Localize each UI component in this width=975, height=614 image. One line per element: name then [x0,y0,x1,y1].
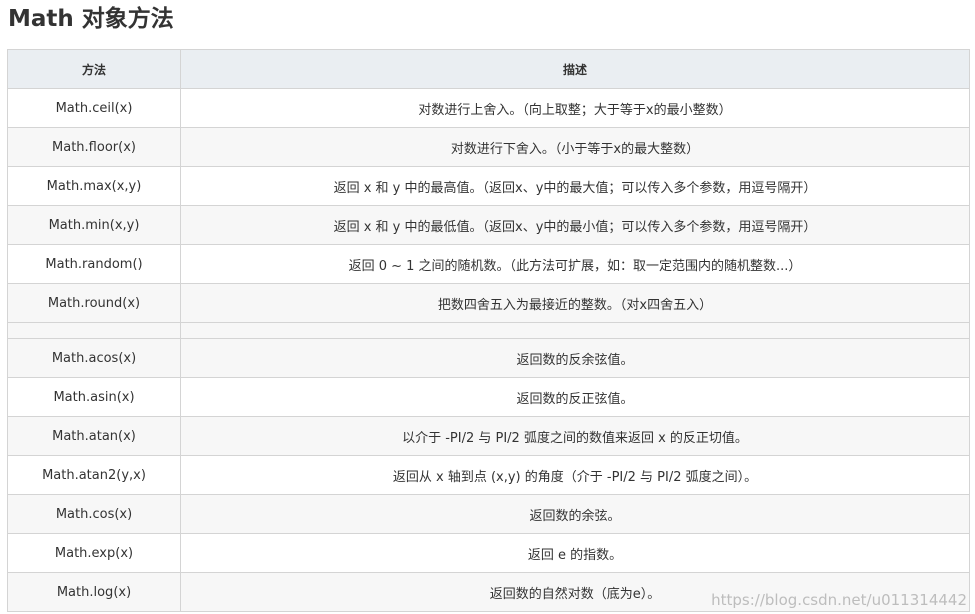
description-cell: 返回从 x 轴到点 (x,y) 的角度（介于 -PI/2 与 PI/2 弧度之间… [180,455,970,495]
empty-row [7,322,970,339]
table-row: Math.acos(x) 返回数的反余弦值。 [7,338,970,378]
description-cell: 对数进行上舍入。（向上取整；大于等于x的最小整数） [180,88,970,128]
method-cell: Math.log(x) [7,572,181,612]
description-cell: 把数四舍五入为最接近的整数。（对x四舍五入） [180,283,970,323]
method-cell: Math.atan2(y,x) [7,455,181,495]
table-header-row: 方法 描述 [7,49,970,89]
table-row: Math.random() 返回 0 ~ 1 之间的随机数。（此方法可扩展，如：… [7,244,970,284]
description-cell: 返回数的反余弦值。 [180,338,970,378]
method-cell: Math.min(x,y) [7,205,181,245]
math-methods-table: 方法 描述 Math.ceil(x) 对数进行上舍入。（向上取整；大于等于x的最… [7,49,970,612]
method-cell: Math.random() [7,244,181,284]
header-method: 方法 [7,49,181,89]
table-row: Math.atan2(y,x) 返回从 x 轴到点 (x,y) 的角度（介于 -… [7,455,970,495]
table-row: Math.round(x) 把数四舍五入为最接近的整数。（对x四舍五入） [7,283,970,323]
method-cell: Math.cos(x) [7,494,181,534]
method-cell: Math.exp(x) [7,533,181,573]
table-row: Math.min(x,y) 返回 x 和 y 中的最低值。（返回x、y中的最小值… [7,205,970,245]
description-cell: 返回 0 ~ 1 之间的随机数。（此方法可扩展，如：取一定范围内的随机整数...… [180,244,970,284]
method-cell: Math.acos(x) [7,338,181,378]
description-cell: 返回数的反正弦值。 [180,377,970,417]
method-cell: Math.ceil(x) [7,88,181,128]
header-description: 描述 [180,49,970,89]
method-cell: Math.asin(x) [7,377,181,417]
description-cell [180,322,970,339]
watermark-text: https://blog.csdn.net/u011314442 [711,591,967,609]
page-title: Math 对象方法 [8,6,174,32]
table-row: Math.cos(x) 返回数的余弦。 [7,494,970,534]
table-row: Math.asin(x) 返回数的反正弦值。 [7,377,970,417]
table-row: Math.floor(x) 对数进行下舍入。（小于等于x的最大整数） [7,127,970,167]
description-cell: 以介于 -PI/2 与 PI/2 弧度之间的数值来返回 x 的反正切值。 [180,416,970,456]
method-cell [7,322,181,339]
description-cell: 返回 x 和 y 中的最低值。（返回x、y中的最小值；可以传入多个参数，用逗号隔… [180,205,970,245]
table-row: Math.atan(x) 以介于 -PI/2 与 PI/2 弧度之间的数值来返回… [7,416,970,456]
method-cell: Math.round(x) [7,283,181,323]
method-cell: Math.floor(x) [7,127,181,167]
description-cell: 返回 e 的指数。 [180,533,970,573]
description-cell: 返回 x 和 y 中的最高值。（返回x、y中的最大值；可以传入多个参数，用逗号隔… [180,166,970,206]
method-cell: Math.max(x,y) [7,166,181,206]
description-cell: 返回数的余弦。 [180,494,970,534]
table-row: Math.exp(x) 返回 e 的指数。 [7,533,970,573]
description-cell: 对数进行下舍入。（小于等于x的最大整数） [180,127,970,167]
table-row: Math.ceil(x) 对数进行上舍入。（向上取整；大于等于x的最小整数） [7,88,970,128]
method-cell: Math.atan(x) [7,416,181,456]
table-row: Math.max(x,y) 返回 x 和 y 中的最高值。（返回x、y中的最大值… [7,166,970,206]
